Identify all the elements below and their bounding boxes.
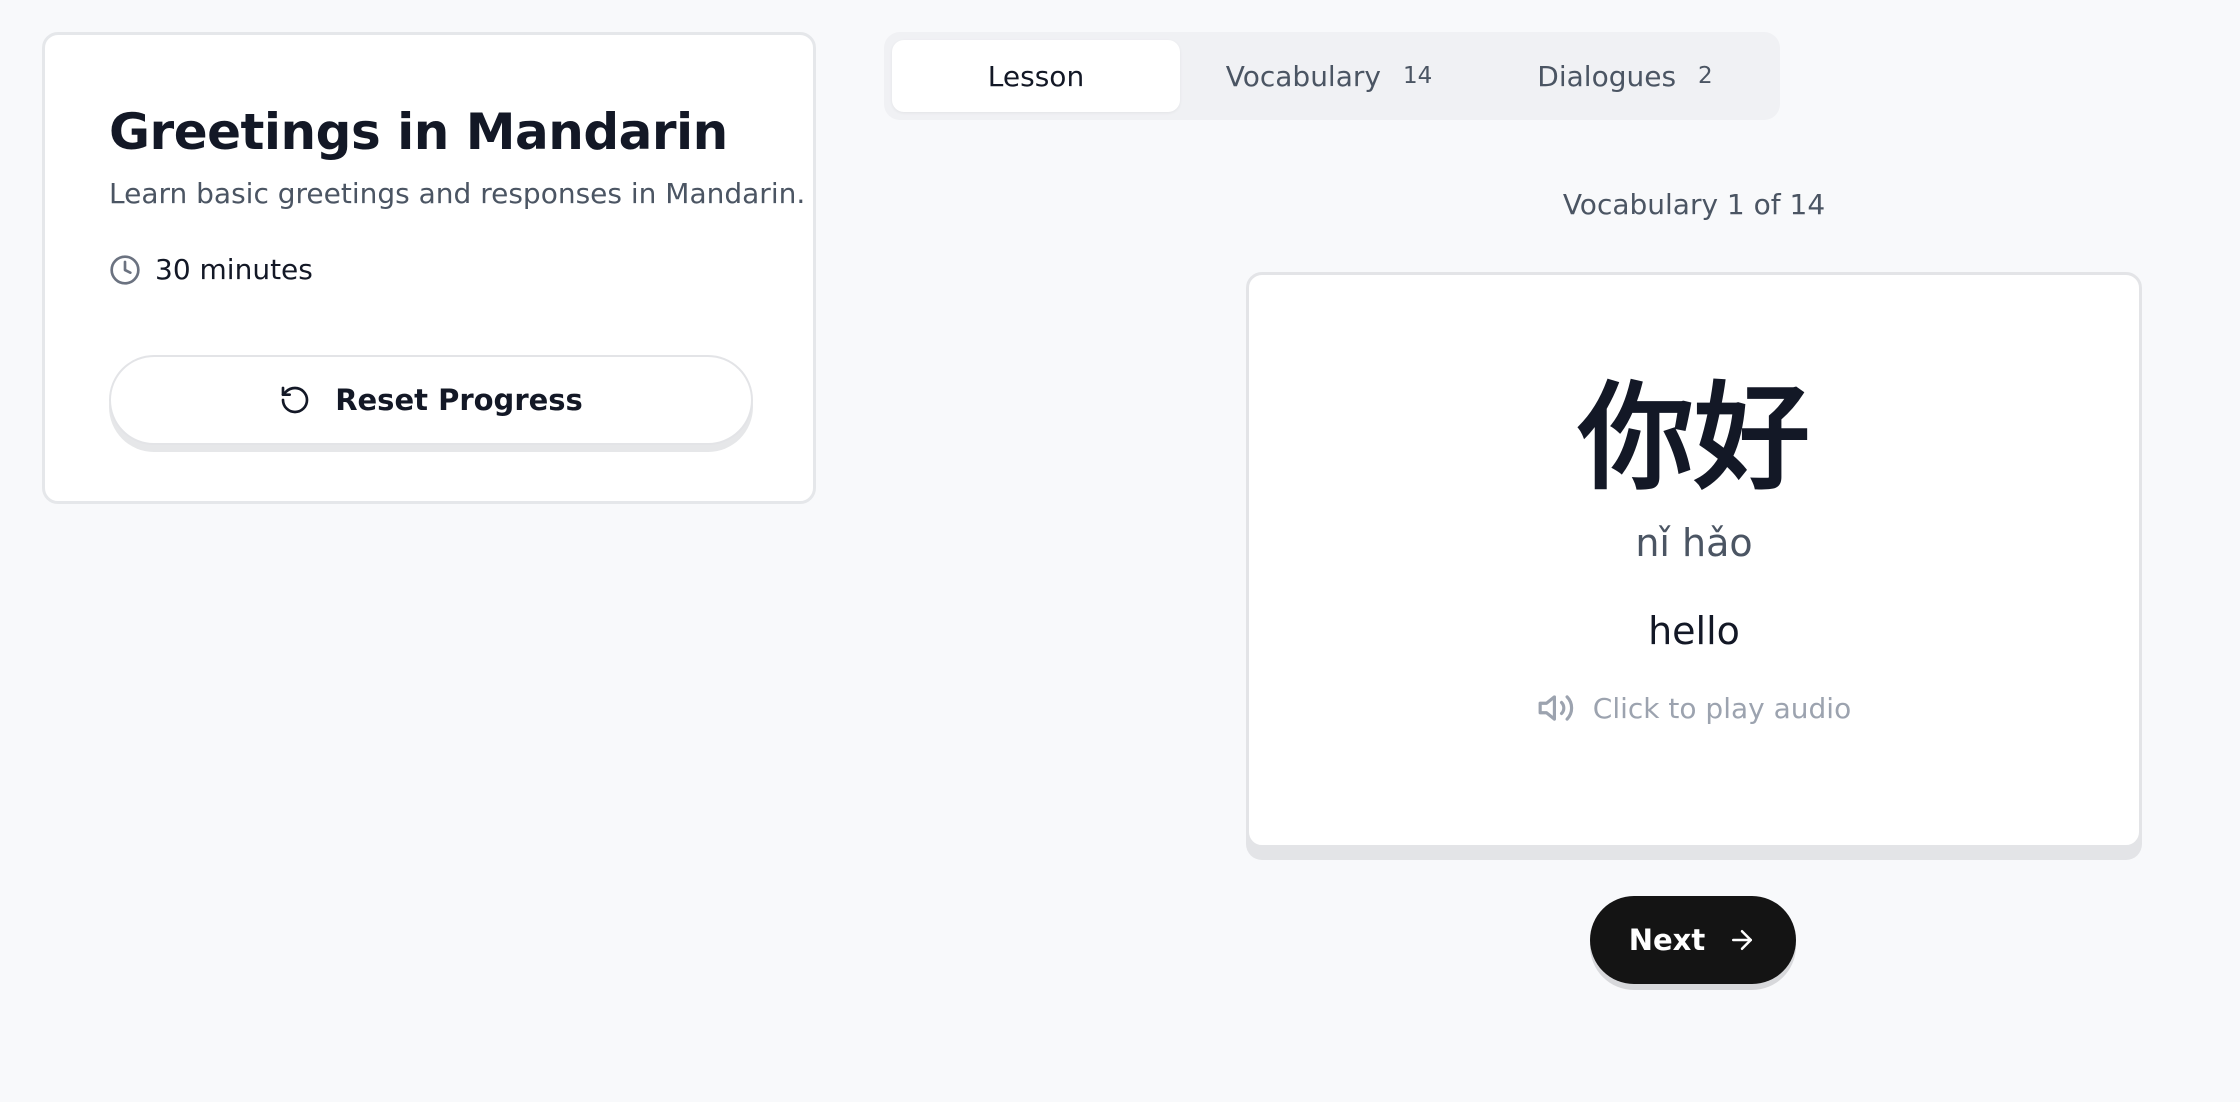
reset-progress-button[interactable]: Reset Progress	[109, 355, 753, 445]
tab-dialogues[interactable]: Dialogues 2	[1478, 40, 1772, 112]
lesson-tabs: Lesson Vocabulary 14 Dialogues 2	[884, 32, 1780, 120]
meaning-text: hello	[1648, 609, 1740, 653]
tab-label: Vocabulary	[1225, 59, 1381, 93]
tab-lesson[interactable]: Lesson	[892, 40, 1180, 112]
tab-label: Lesson	[987, 59, 1085, 93]
speaker-icon	[1537, 689, 1575, 727]
play-audio-label: Click to play audio	[1592, 691, 1852, 725]
duration-text: 30 minutes	[155, 253, 313, 286]
lesson-info-card: Greetings in Mandarin Learn basic greeti…	[42, 32, 816, 504]
tab-count-badge: 2	[1698, 63, 1713, 89]
lesson-description: Learn basic greetings and responses in M…	[109, 177, 806, 210]
play-audio-button[interactable]: Click to play audio	[1249, 689, 2139, 727]
tab-count-badge: 14	[1402, 63, 1433, 89]
pinyin-text: nǐ hǎo	[1635, 521, 1753, 565]
reset-progress-label: Reset Progress	[335, 383, 583, 417]
lesson-title: Greetings in Mandarin	[109, 103, 728, 161]
vocabulary-flashcard[interactable]: 你好 nǐ hǎo hello Click to play audio	[1246, 272, 2142, 848]
lesson-duration: 30 minutes	[109, 253, 313, 286]
next-button[interactable]: Next	[1590, 896, 1796, 984]
hanzi-text: 你好	[1578, 371, 1810, 506]
tab-label: Dialogues	[1537, 59, 1677, 93]
next-label: Next	[1628, 923, 1706, 957]
tab-vocabulary[interactable]: Vocabulary 14	[1180, 40, 1478, 112]
clock-icon	[109, 254, 141, 286]
vocabulary-counter: Vocabulary 1 of 14	[1562, 188, 1826, 221]
refresh-icon	[279, 384, 311, 416]
arrow-right-icon	[1727, 925, 1757, 955]
